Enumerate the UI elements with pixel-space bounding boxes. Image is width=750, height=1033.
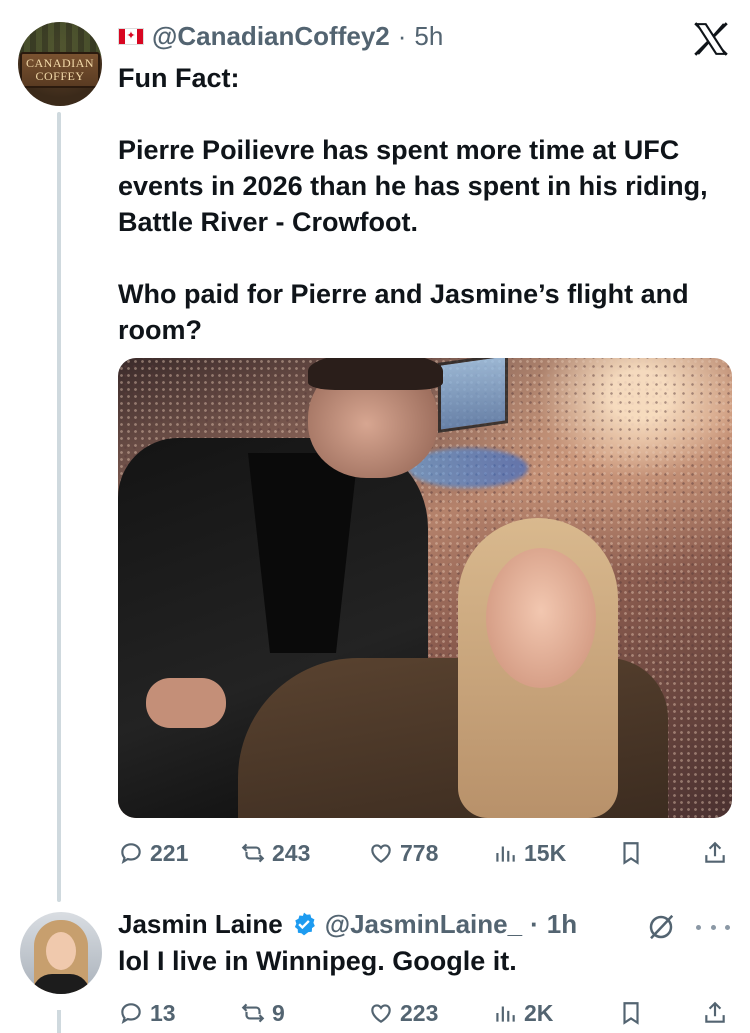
share-button[interactable] [702,1000,728,1026]
repost-icon [241,1003,265,1023]
like-button[interactable]: 223 [368,1000,438,1027]
photo-arena-screen [438,358,508,433]
bookmark-icon [623,1002,639,1025]
share-icon [705,1001,725,1023]
bookmark-button[interactable] [618,840,644,866]
timestamp[interactable]: 5h [414,21,443,52]
tweet-text: Fun Fact: Pierre Poilievre has spent mor… [118,60,738,348]
repost-count: 9 [272,999,285,1026]
separator: · [397,20,407,51]
photo-hands [146,678,226,728]
reply-header: Jasmin Laine @JasminLaine_ · 1h [118,908,577,940]
reply-text: lol I live in Winnipeg. Google it. [118,946,517,976]
reply-timestamp[interactable]: 1h [547,909,577,940]
reply-button[interactable]: 13 [118,1000,176,1027]
like-count: 778 [400,839,439,866]
repost-button[interactable]: 243 [240,840,310,867]
reply-actions: 13 9 223 2K [118,998,732,1028]
reply-button[interactable]: 221 [118,840,188,867]
reply-count: 221 [150,839,189,866]
like-button[interactable]: 778 [368,840,438,867]
tweet-text-line: Who paid for Pierre and Jasmine’s flight… [118,279,689,345]
reply-icon [121,843,141,865]
reply-author-name[interactable]: Jasmin Laine [118,909,283,940]
like-count: 223 [400,999,439,1026]
reply-author-handle[interactable]: @JasminLaine_ [325,909,522,940]
author-avatar[interactable]: CANADIAN COFFEY [18,22,102,106]
views-icon [496,846,515,862]
verified-icon [294,912,315,936]
tweet-actions: 221 243 778 15K [118,838,732,868]
bookmark-button[interactable] [618,1000,644,1026]
like-icon [371,1004,391,1023]
views-icon [496,1006,515,1022]
separator: · [530,908,539,939]
x-logo-icon[interactable] [690,18,732,60]
reply-icon [121,1003,141,1025]
repost-button[interactable]: 9 [240,1000,285,1027]
share-button[interactable] [702,840,728,866]
tweet-text-line: Fun Fact: [118,63,240,93]
thread-line [57,112,61,902]
avatar-background [18,22,102,56]
avatar-text: COFFEY [35,69,85,83]
repost-count: 243 [272,839,311,866]
grok-icon[interactable] [646,912,676,942]
thread-line [57,1010,61,1033]
views-button[interactable]: 15K [492,840,566,867]
tweet-header: ✦ @CanadianCoffey2 · 5h [118,20,443,52]
photo-person-woman [238,508,732,818]
views-count: 2K [524,999,554,1026]
bookmark-icon [623,842,639,865]
avatar-sign: CANADIAN COFFEY [20,52,100,88]
views-button[interactable]: 2K [492,1000,553,1027]
flag-canada-icon: ✦ [118,27,144,45]
tweet-text-line: Pierre Poilievre has spent more time at … [118,135,708,237]
reply-avatar[interactable] [20,912,102,994]
reply-count: 13 [150,999,176,1026]
repost-icon [241,843,265,863]
more-icon[interactable] [696,912,730,942]
views-count: 15K [524,839,567,866]
share-icon [705,841,725,863]
author-handle[interactable]: @CanadianCoffey2 [152,21,390,52]
like-icon [371,844,391,863]
tweet-photo[interactable] [118,358,732,818]
